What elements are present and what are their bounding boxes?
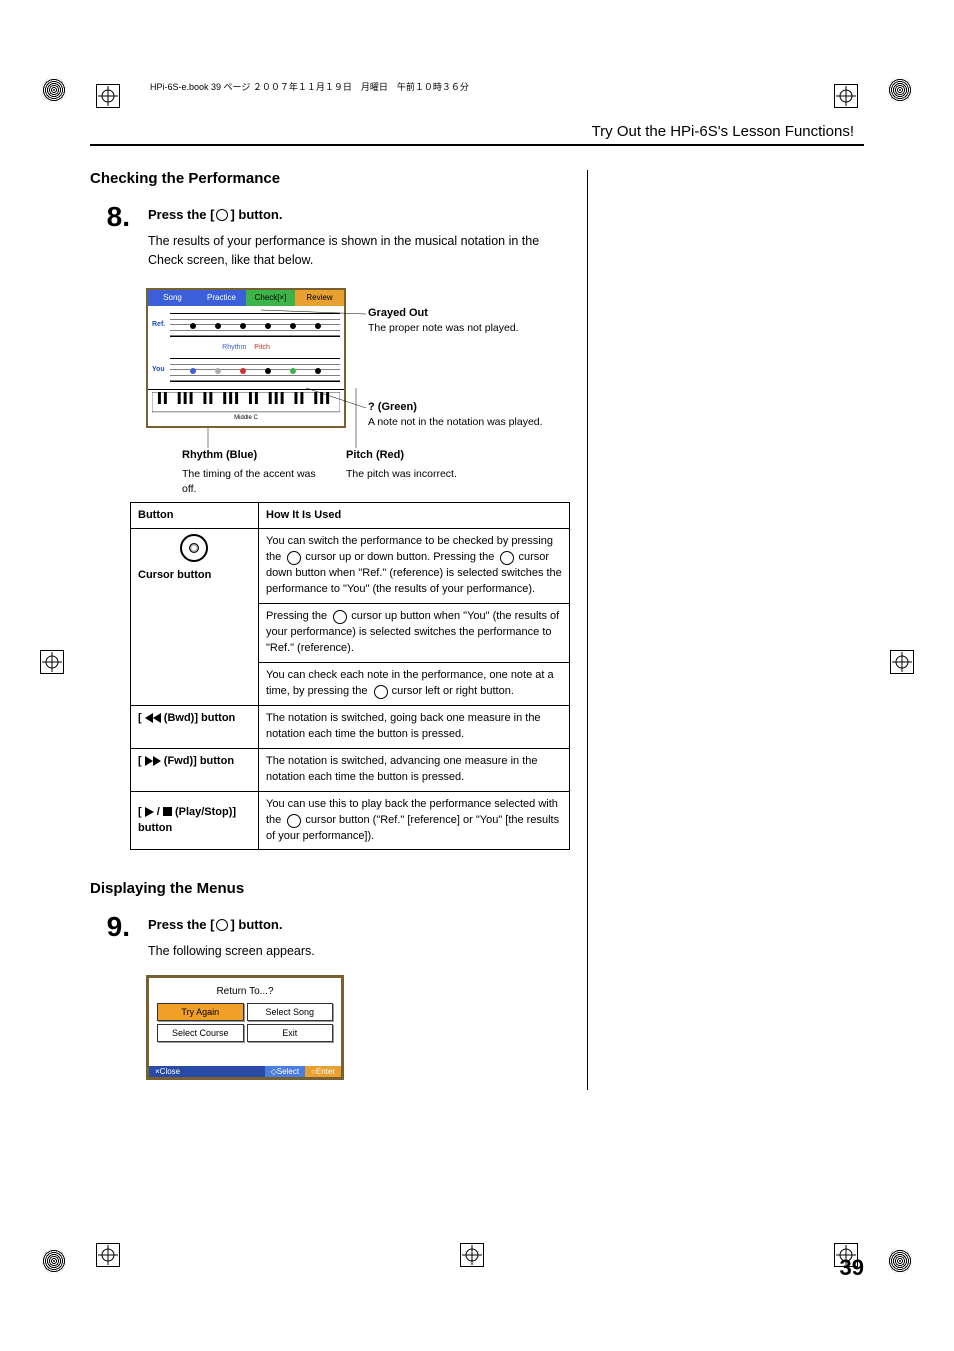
cursor-row2: Pressing the cursor up button when "You"… — [259, 604, 570, 663]
step-number: 9. — [90, 913, 148, 941]
footer-close: ×Close — [149, 1066, 265, 1077]
rhythm-small-label: Rhythm — [222, 344, 246, 351]
step-instruction: Press the [ ] button. — [148, 207, 571, 222]
play-icon — [145, 807, 154, 817]
cursor-icon — [371, 685, 389, 697]
play-button-cell: [ / (Play/Stop)] button — [131, 791, 259, 850]
header-rule — [90, 144, 864, 146]
footer-enter: ○Enter — [305, 1066, 341, 1077]
lcd-screen: Song Practice Check[×] Review Ref. — [146, 288, 346, 428]
cursor-button-icon — [180, 534, 210, 564]
th-how: How It Is Used — [259, 502, 570, 529]
return-title: Return To...? — [149, 978, 341, 1003]
step-text: The following screen appears. — [148, 942, 571, 961]
annot-green-text: A note not in the notation was played. — [368, 415, 543, 430]
instruction-post: ] button. — [230, 917, 282, 932]
menu-try-again: Try Again — [157, 1003, 244, 1021]
fwd-button-cell: [ (Fwd)] button — [131, 748, 259, 791]
circle-button-icon — [216, 209, 228, 221]
cursor-row3: You can check each note in the performan… — [259, 663, 570, 706]
instruction-pre: Press the [ — [148, 917, 214, 932]
cursor-icon — [284, 551, 302, 563]
section-title-menus: Displaying the Menus — [90, 880, 571, 897]
step-instruction: Press the [ ] button. — [148, 917, 571, 932]
cursor-button-label: Cursor button — [138, 569, 211, 581]
stop-icon — [163, 807, 172, 816]
button-usage-table: Button How It Is Used Cursor button You … — [130, 502, 570, 851]
rewind-icon — [153, 713, 161, 723]
check-screen-illustration: Song Practice Check[×] Review Ref. — [146, 288, 566, 488]
cursor-icon — [284, 814, 302, 826]
menu-select-course: Select Course — [157, 1024, 244, 1042]
footer-select: ◇Select — [265, 1066, 305, 1077]
bwd-text: The notation is switched, going back one… — [259, 705, 570, 748]
section-title-checking: Checking the Performance — [90, 170, 571, 187]
circle-button-icon — [216, 919, 228, 931]
forward-icon — [145, 756, 153, 766]
menu-select-song: Select Song — [247, 1003, 334, 1021]
tab-review: Review — [295, 290, 344, 306]
bwd-button-cell: [ (Bwd)] button — [131, 705, 259, 748]
keyboard-graphic — [148, 389, 344, 415]
book-header-line: HPi-6S-e.book 39 ページ ２００７年１１月１９日 月曜日 午前１… — [90, 80, 864, 93]
rewind-icon — [145, 713, 153, 723]
menu-exit: Exit — [247, 1024, 334, 1042]
pitch-small-label: Pitch — [254, 344, 270, 351]
cursor-icon — [497, 551, 515, 563]
step-text: The results of your performance is shown… — [148, 232, 571, 270]
annot-rhythm-title: Rhythm (Blue) — [182, 448, 332, 463]
forward-icon — [153, 756, 161, 766]
step-8: 8. Press the [ ] button. The results of … — [90, 203, 571, 270]
play-text: You can use this to play back the perfor… — [259, 791, 570, 850]
annot-grayed-title: Grayed Out — [368, 306, 519, 321]
you-staff — [170, 358, 340, 382]
tab-song: Song — [148, 290, 197, 306]
page-number: 39 — [840, 1255, 864, 1281]
cursor-row1: You can switch the performance to be che… — [259, 529, 570, 604]
middle-c-label: Middle C — [148, 415, 344, 421]
annot-pitch-text: The pitch was incorrect. — [346, 467, 496, 482]
annot-grayed-text: The proper note was not played. — [368, 321, 519, 336]
instruction-post: ] button. — [230, 207, 282, 222]
ref-label: Ref. — [152, 321, 170, 328]
cursor-icon — [330, 610, 348, 622]
running-head: Try Out the HPi-6S's Lesson Functions! — [90, 123, 864, 140]
return-menu-screen: Return To...? Try Again Select Song Sele… — [146, 975, 344, 1080]
th-button: Button — [131, 502, 259, 529]
tab-practice: Practice — [197, 290, 246, 306]
instruction-pre: Press the [ — [148, 207, 214, 222]
annot-pitch-title: Pitch (Red) — [346, 448, 496, 463]
annot-rhythm-text: The timing of the accent was off. — [182, 467, 332, 496]
cursor-button-cell: Cursor button — [131, 529, 259, 705]
step-number: 8. — [90, 203, 148, 231]
annot-green-title: ? (Green) — [368, 400, 543, 415]
ref-staff — [170, 313, 340, 337]
step-9: 9. Press the [ ] button. The following s… — [90, 913, 571, 961]
you-label: You — [152, 366, 170, 373]
tab-check: Check[×] — [246, 290, 295, 306]
fwd-text: The notation is switched, advancing one … — [259, 748, 570, 791]
